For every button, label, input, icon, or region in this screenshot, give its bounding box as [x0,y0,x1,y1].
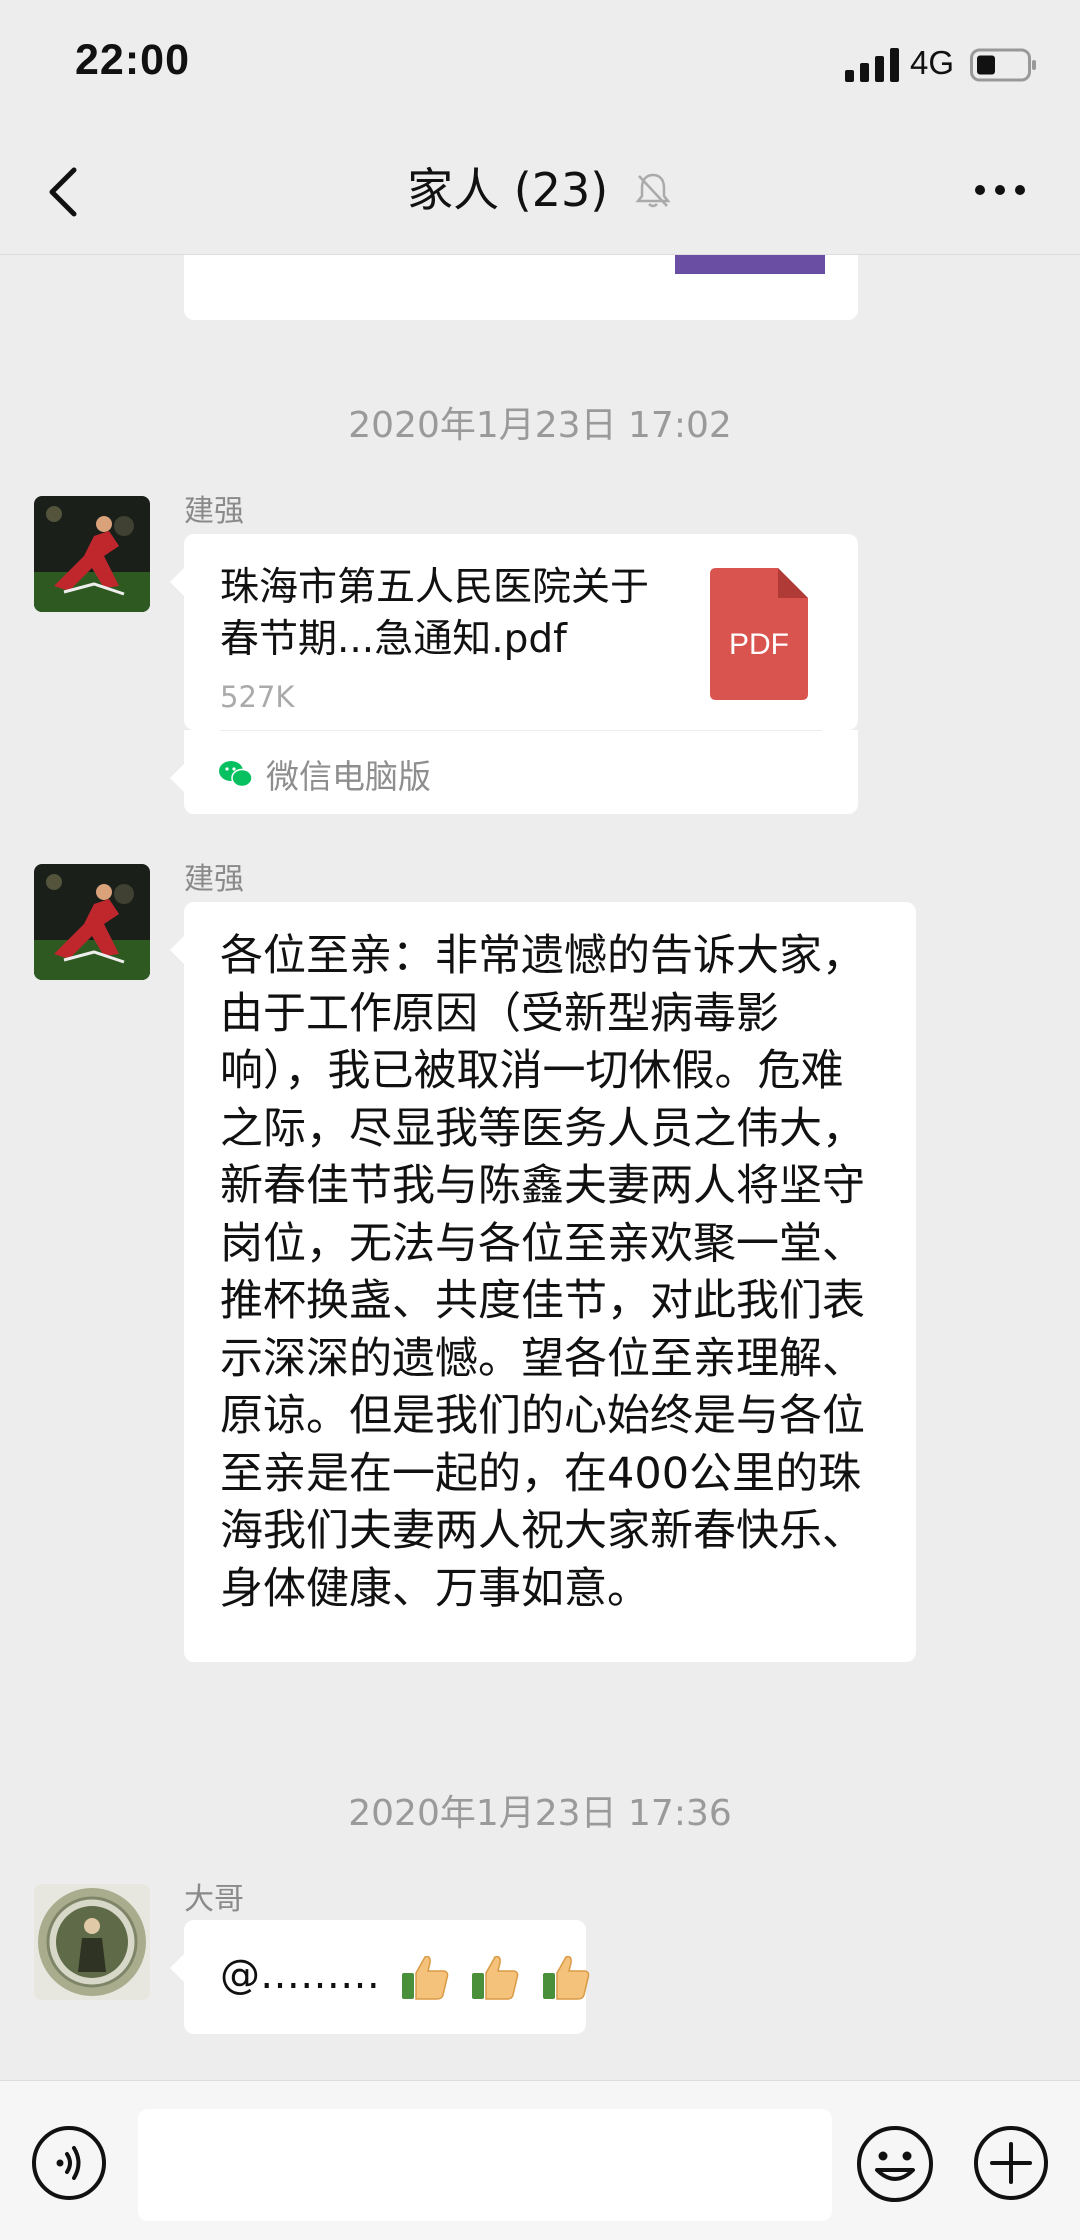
pdf-file-icon: PDF [710,568,808,700]
reply-text: @……… [220,1952,380,1998]
thumbs-up-icon [472,1955,519,2000]
file-name: 珠海市第五人民医院关于春节期...急通知.pdf [220,565,650,662]
signal-icon [845,48,899,82]
nav-bar: 家人 (23) [0,130,1080,255]
message-input[interactable] [138,2109,832,2221]
message-text: 各位至亲：非常遗憾的告诉大家，由于工作原因（受新型病毒影响），我已被取消一切休假… [220,931,865,1614]
source-label: 微信电脑版 [266,757,431,796]
avatar-image [34,1884,150,2000]
sender-name: 建强 [184,494,244,529]
emoji-icon[interactable] [855,2124,935,2204]
avatar[interactable] [34,1884,150,2000]
bell-off-icon [635,173,671,207]
previous-message-card[interactable] [184,254,858,320]
sender-name: 大哥 [184,1882,244,1917]
plus-icon[interactable] [972,2124,1050,2202]
status-bar: 22:00 4G [0,0,1080,130]
chat-messages[interactable]: 2020年1月23日 17:02 建强 珠海市第五人民医院关于春节期...急通知… [0,254,1080,2080]
voice-icon[interactable] [30,2124,108,2202]
avatar-image [34,864,150,980]
timestamp: 2020年1月23日 17:02 [348,405,732,446]
more-dots-icon[interactable] [970,170,1030,210]
avatar-image [34,496,150,612]
wechat-icon [219,761,253,788]
file-source-footer[interactable]: 微信电脑版 [170,730,858,814]
battery-icon [970,48,1036,82]
status-time: 22:00 [75,36,190,84]
chat-title: 家人 (23) [407,163,609,217]
source-row: 微信电脑版 [218,750,431,798]
divider [220,730,822,731]
image-icon [675,254,825,274]
thumbs-up-icon [401,1955,449,2000]
text-message-bubble[interactable]: 各位至亲：非常遗憾的告诉大家，由于工作原因（受新型病毒影响），我已被取消一切休假… [170,902,916,1662]
thumbs-up-icon [543,1955,590,2000]
avatar[interactable] [34,496,150,612]
network-label: 4G [910,44,955,81]
sender-name: 建强 [184,862,244,897]
timestamp: 2020年1月23日 17:36 [348,1793,732,1834]
previous-thumbnail [675,254,825,274]
avatar[interactable] [34,864,150,980]
reply-text-row: @……… [220,1946,592,2004]
reply-message-bubble[interactable]: @……… [170,1920,590,2034]
pdf-label: PDF [729,628,789,661]
input-bar [0,2080,1080,2240]
file-size: 527K [220,680,295,714]
file-message-bubble[interactable]: 珠海市第五人民医院关于春节期...急通知.pdf 527K PDF [170,534,858,730]
chat-title-wrap: 家人 (23) [0,158,1080,222]
